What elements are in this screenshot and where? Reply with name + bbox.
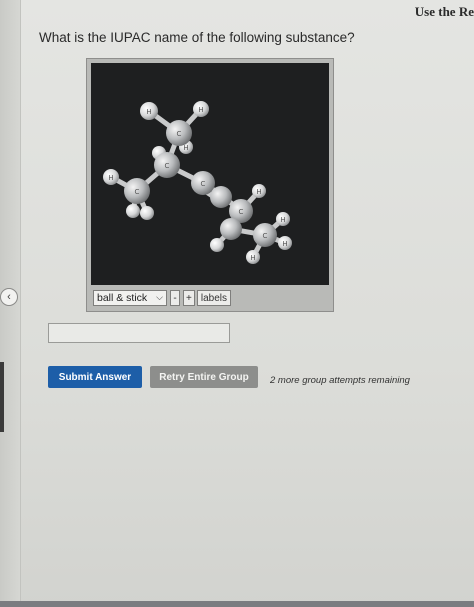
bottom-strip xyxy=(0,601,474,607)
svg-text:H: H xyxy=(280,216,285,224)
submit-answer-button[interactable]: Submit Answer xyxy=(48,366,142,388)
answer-input[interactable] xyxy=(48,323,230,343)
collapse-panel-button[interactable]: ‹ xyxy=(0,288,18,306)
svg-text:H: H xyxy=(250,254,255,262)
page: ‹ Use the Re What is the IUPAC name of t… xyxy=(0,0,474,607)
chevron-left-icon: ‹ xyxy=(7,290,11,303)
svg-text:H: H xyxy=(146,108,151,116)
display-mode-value: ball & stick xyxy=(97,292,148,304)
svg-text:H: H xyxy=(282,240,287,248)
molecule-model: H H H H H H H H C C C C C C xyxy=(103,101,292,264)
labels-toggle-button[interactable]: labels xyxy=(196,290,231,306)
svg-text:H: H xyxy=(198,106,203,114)
molecule-canvas[interactable]: H H H H H H H H C C C C C C xyxy=(91,63,329,285)
svg-text:C: C xyxy=(135,188,140,196)
molecule-viewer: H H H H H H H H C C C C C C ball & stick… xyxy=(86,58,334,312)
zoom-out-button[interactable]: - xyxy=(170,290,180,306)
viewer-toolbar: ball & stick ⌵ - + labels xyxy=(93,289,231,307)
svg-text:H: H xyxy=(183,144,188,152)
attempts-remaining-text: 2 more group attempts remaining xyxy=(270,375,410,386)
retry-entire-group-button[interactable]: Retry Entire Group xyxy=(150,366,258,388)
svg-text:C: C xyxy=(177,130,182,138)
display-mode-select[interactable]: ball & stick ⌵ xyxy=(93,290,167,306)
svg-text:C: C xyxy=(165,162,170,170)
left-edge-bar xyxy=(0,362,4,432)
top-right-text: Use the Re xyxy=(414,4,474,19)
svg-text:H: H xyxy=(256,188,261,196)
svg-text:C: C xyxy=(263,232,268,240)
zoom-in-button[interactable]: + xyxy=(183,290,195,306)
svg-text:H: H xyxy=(108,174,113,182)
chevron-down-icon: ⌵ xyxy=(156,292,163,302)
svg-text:C: C xyxy=(239,208,244,216)
svg-text:C: C xyxy=(201,180,206,188)
question-text: What is the IUPAC name of the following … xyxy=(39,30,355,45)
